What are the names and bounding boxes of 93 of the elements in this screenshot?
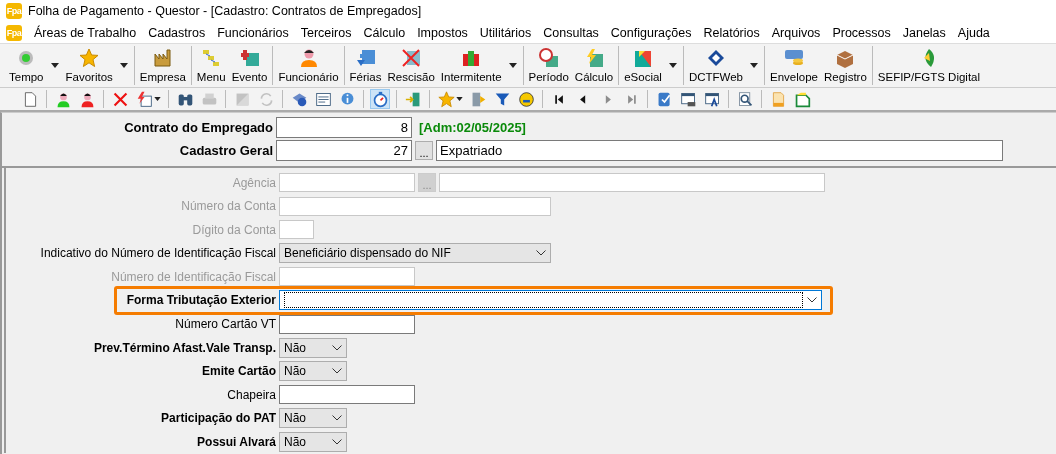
preview-icon[interactable] xyxy=(736,90,754,108)
field-label: Número de Identificação Fiscal xyxy=(110,269,276,284)
field-label: Dígito da Conta xyxy=(191,222,276,237)
menu-item[interactable]: Cadastros xyxy=(142,25,212,40)
toolbar-button[interactable]: Tempo xyxy=(6,48,47,83)
toolbar-button[interactable]: Intermitente xyxy=(437,48,505,83)
caret-icon[interactable] xyxy=(750,63,758,68)
steps-icon xyxy=(201,48,222,68)
stopwatch-icon[interactable] xyxy=(371,90,389,108)
toolbar-button[interactable]: SEFIP/FGTS Digital xyxy=(874,48,984,83)
admission-date: [Adm:02/05/2025] xyxy=(419,120,526,135)
star-icon[interactable] xyxy=(437,90,455,108)
toolbar-button[interactable]: Evento xyxy=(228,48,271,83)
toolbar-button[interactable]: Férias xyxy=(346,48,385,83)
blocks-icon xyxy=(461,48,482,68)
person-icon xyxy=(298,48,319,68)
app-logo: Fpa xyxy=(6,24,22,41)
window-title: Folha de Pagamento - Questor - [Cadastro: Contratos de Empregados] xyxy=(28,4,422,18)
field-label: Prev.Término Afast.Vale Transp. xyxy=(92,340,276,355)
toolbar-button[interactable]: Registro xyxy=(821,48,870,83)
toolbar-button[interactable]: DCTFWeb xyxy=(685,48,746,83)
lightning-icon xyxy=(584,48,604,68)
menu-item[interactable]: Áreas de Trabalho xyxy=(28,25,143,40)
dropdown-field[interactable]: Não xyxy=(279,432,347,453)
toolbar-button[interactable]: Rescisão xyxy=(384,48,438,83)
field-label: Possui Alvará xyxy=(196,435,276,450)
caret-icon[interactable] xyxy=(154,97,161,101)
page-icon[interactable] xyxy=(793,90,811,108)
menu-item[interactable]: Terceiros xyxy=(294,25,358,40)
menu-item[interactable]: Ajuda xyxy=(951,25,996,40)
toolbar-button[interactable]: eSocial xyxy=(621,48,665,83)
dropdown-field[interactable]: Não xyxy=(279,408,347,429)
coin-icon[interactable] xyxy=(517,90,535,108)
field-label: Forma Tributação Exterior xyxy=(125,293,276,308)
menu-item[interactable]: Consultas xyxy=(537,25,605,40)
caret-icon[interactable] xyxy=(456,97,463,101)
menu-item[interactable]: Processos xyxy=(826,25,897,40)
chevron-down-icon xyxy=(332,439,342,446)
field-label: Chapeira xyxy=(226,387,276,402)
input-field[interactable]: 8 xyxy=(276,117,412,138)
form-icon[interactable] xyxy=(135,90,153,108)
form-icon[interactable] xyxy=(314,90,332,108)
field-label: Contrato do Empregado xyxy=(123,120,273,135)
star-icon xyxy=(79,48,100,68)
box-icon xyxy=(835,48,856,68)
input-field[interactable]: Expatriado xyxy=(436,140,1003,161)
menu-item[interactable]: Impostos xyxy=(411,25,474,40)
dropdown-field[interactable]: Não xyxy=(279,361,347,382)
toolbar-button[interactable]: Menu xyxy=(193,48,229,83)
caret-icon[interactable] xyxy=(668,63,677,68)
input-field[interactable] xyxy=(439,173,825,192)
chevron-down-icon xyxy=(332,344,342,351)
menu-item[interactable]: Funcionários xyxy=(211,25,295,40)
menu-item[interactable]: Cálculo xyxy=(357,25,412,40)
window-icon[interactable] xyxy=(703,90,721,108)
delete-icon[interactable] xyxy=(111,90,129,108)
caret-icon[interactable] xyxy=(119,63,128,68)
exit-icon[interactable] xyxy=(404,90,422,108)
field-label: Participação do PAT xyxy=(160,411,276,426)
chevron-down-icon xyxy=(536,250,546,257)
field-label: Emite Cartão xyxy=(200,364,276,379)
toolbar-button[interactable]: Funcionário xyxy=(275,48,342,83)
toolbar-button[interactable]: Período xyxy=(525,48,572,83)
menu-item[interactable]: Utilitários xyxy=(473,25,538,40)
app-logo: Fpa xyxy=(6,3,22,19)
caret-icon[interactable] xyxy=(50,63,59,68)
input-field[interactable] xyxy=(279,385,415,405)
field-label: Cadastro Geral xyxy=(178,143,273,158)
menu-item[interactable]: Relatórios xyxy=(697,25,766,40)
input-field[interactable]: 27 xyxy=(276,140,412,161)
coins-icon xyxy=(784,48,804,68)
field-label: Agência xyxy=(231,175,276,190)
chevron-down-icon xyxy=(332,415,342,422)
toolbar-button[interactable]: Cálculo xyxy=(571,48,617,83)
menu-item[interactable]: Configurações xyxy=(604,25,698,40)
toolbar-button[interactable]: Favoritos xyxy=(62,48,116,83)
lookup-button[interactable]: ... xyxy=(415,141,433,160)
menu-item[interactable]: Janelas xyxy=(896,25,952,40)
field-label: Indicativo do Número de Identificação Fiscal xyxy=(39,246,276,261)
field-label: Número Cartão VT xyxy=(174,317,276,332)
field-label: Número da Conta xyxy=(180,199,276,214)
chevron-down-icon xyxy=(332,368,342,375)
toolbar-button[interactable]: Empresa xyxy=(136,48,189,83)
window-icon[interactable] xyxy=(679,90,697,108)
menu-item[interactable]: Arquivos xyxy=(765,25,827,40)
tile-icon xyxy=(633,48,654,68)
dropdown-field[interactable]: Beneficiário dispensado do NIF xyxy=(279,243,551,264)
dropdown-field[interactable]: Não xyxy=(279,337,347,358)
dropdown-field[interactable] xyxy=(279,290,822,311)
chevron-down-icon xyxy=(807,297,817,304)
toolbar-button[interactable]: Envelope xyxy=(767,48,821,83)
caret-icon[interactable] xyxy=(508,63,517,68)
building-icon xyxy=(152,48,173,68)
